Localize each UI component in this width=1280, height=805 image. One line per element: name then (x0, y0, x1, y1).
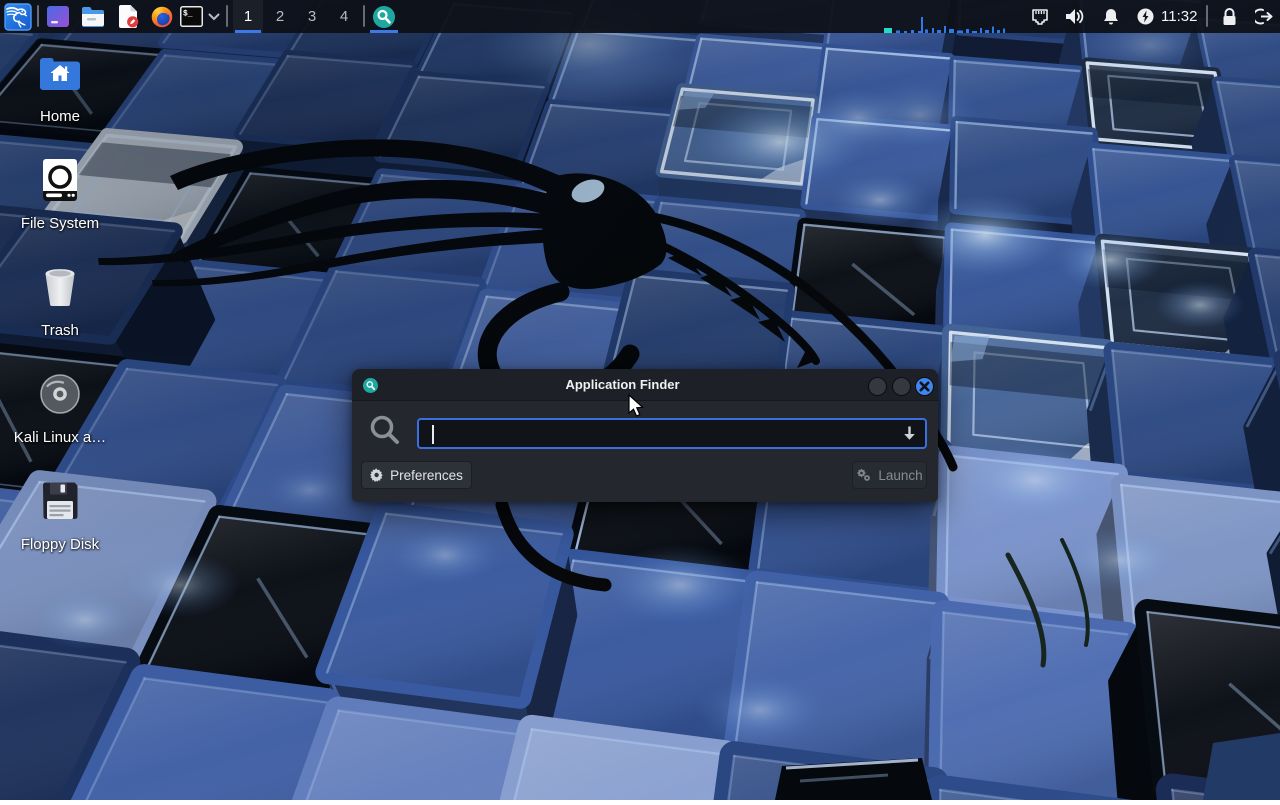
svg-text:$_: $_ (183, 10, 193, 19)
